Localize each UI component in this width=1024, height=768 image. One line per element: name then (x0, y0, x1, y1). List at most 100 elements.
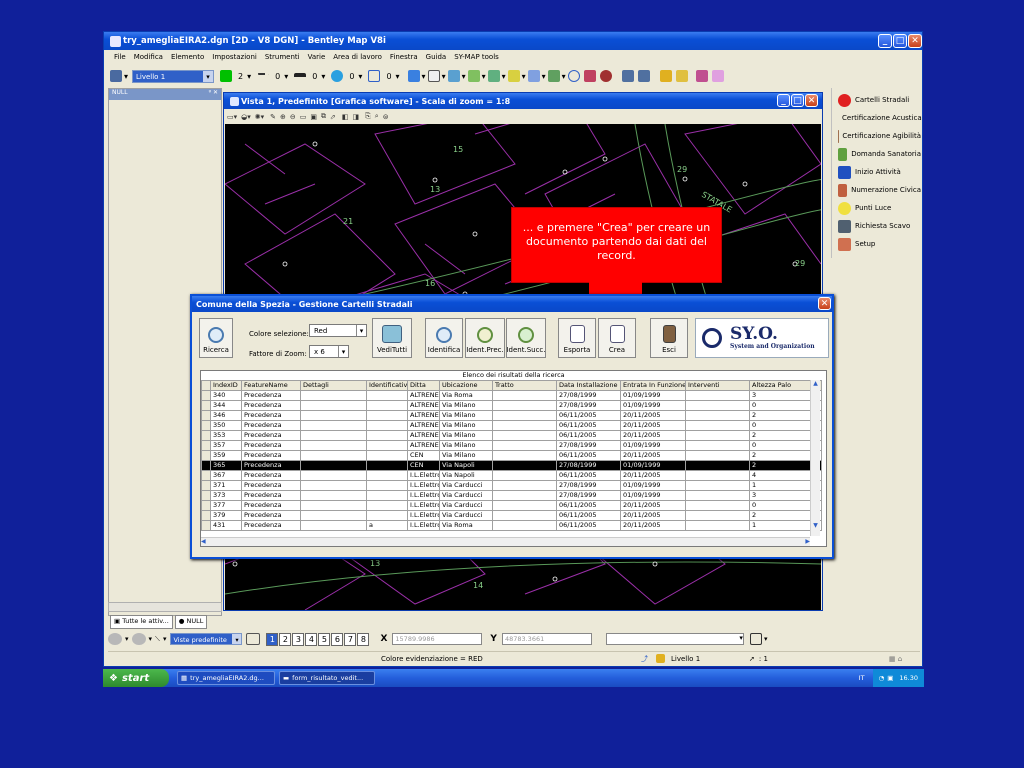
menu-finestra[interactable]: Finestra (390, 53, 418, 65)
table-row[interactable]: 350Precedenza ALTRENERVia Milano 06/11/200… (201, 420, 822, 431)
table-cell[interactable] (366, 440, 408, 451)
table-row[interactable]: 353Precedenza ALTRENERVia Milano 06/11/200… (201, 430, 822, 441)
table-cell[interactable]: Precedenza (241, 420, 301, 431)
table-cell[interactable] (300, 470, 367, 481)
table-cell[interactable] (300, 490, 367, 501)
references-icon[interactable] (447, 70, 460, 82)
row-selector[interactable] (201, 480, 211, 491)
table-cell[interactable] (366, 400, 408, 411)
table-cell[interactable] (366, 500, 408, 511)
veditutti-button[interactable]: VediTutti (372, 318, 412, 358)
scroll-down-icon[interactable]: ▼ (811, 522, 820, 529)
row-selector[interactable] (201, 430, 211, 441)
table-cell[interactable]: 340 (210, 390, 242, 401)
table-cell[interactable]: 01/09/1999 (620, 440, 686, 451)
rotate-view-icon[interactable]: ⧉ (321, 112, 326, 121)
row-selector[interactable]: ▶ (201, 460, 211, 471)
row-selector[interactable] (201, 410, 211, 421)
table-cell[interactable]: 373 (210, 490, 242, 501)
table-cell[interactable]: Precedenza (241, 470, 301, 481)
colore-select[interactable]: Red ▾ (309, 324, 367, 337)
display-style-icon[interactable]: ◒▾ (241, 113, 251, 121)
table-cell[interactable]: ALTRENER (407, 440, 440, 451)
transparency-icon[interactable] (331, 70, 344, 82)
table-cell[interactable] (685, 510, 750, 521)
row-selector[interactable] (201, 490, 211, 501)
column-header[interactable]: Interventi (685, 380, 750, 391)
table-cell[interactable]: I.L.Elettro (407, 490, 440, 501)
view-maximize-button[interactable]: □ (791, 94, 804, 107)
table-cell[interactable]: ALTRENER (407, 390, 440, 401)
folder-icon[interactable] (675, 70, 688, 82)
grid-hscrollbar[interactable]: ◀ ▶ (201, 537, 810, 546)
models-icon[interactable] (487, 70, 500, 82)
row-selector[interactable] (201, 510, 211, 521)
table-cell[interactable] (300, 460, 367, 471)
table-cell[interactable] (300, 420, 367, 431)
table-cell[interactable] (492, 470, 557, 481)
view-close-button[interactable]: ✕ (805, 94, 818, 107)
table-cell[interactable] (300, 390, 367, 401)
table-cell[interactable] (685, 470, 750, 481)
row-selector[interactable] (201, 440, 211, 451)
table-cell[interactable] (366, 490, 408, 501)
table-cell[interactable]: 367 (210, 470, 242, 481)
table-cell[interactable]: Via Roma (439, 520, 493, 531)
zoom-out-icon[interactable]: ⊖ (290, 113, 296, 121)
fence-icon[interactable] (749, 633, 762, 645)
menu-area-di-lavoro[interactable]: Area di lavoro (333, 53, 382, 65)
table-cell[interactable] (685, 430, 750, 441)
table-cell[interactable]: Via Napoli (439, 470, 493, 481)
scroll-right-icon[interactable]: ▶ (805, 538, 810, 546)
view-tab-1[interactable]: 1 (266, 632, 279, 646)
table-row[interactable]: 371 Precedenza I.L.Elettro Via Carducci 27/0… (201, 480, 822, 491)
table-cell[interactable]: 379 (210, 510, 242, 521)
row-selector[interactable] (201, 400, 211, 411)
table-cell[interactable] (300, 520, 367, 531)
ident-prec-button[interactable]: Ident.Prec. (465, 318, 505, 358)
task-bentley[interactable]: ▦ try_amegliaEIRA2.dg... (177, 671, 275, 685)
table-cell[interactable]: Via Napoli (439, 460, 493, 471)
table-cell[interactable]: 20/11/2005 (620, 510, 686, 521)
menu-guida[interactable]: Guida (426, 53, 447, 65)
table-cell[interactable] (492, 410, 557, 421)
side-item-inizio-attivita[interactable]: Inizio Attività (832, 163, 921, 181)
row-selector[interactable] (201, 470, 211, 481)
table-cell[interactable] (300, 430, 367, 441)
table-cell[interactable]: 06/11/2005 (556, 410, 621, 421)
column-header[interactable]: FeatureName (241, 380, 301, 391)
print-preview-icon[interactable] (637, 70, 650, 82)
camera-icon[interactable]: ⊜ (383, 113, 389, 121)
menu-impostazioni[interactable]: Impostazioni (212, 53, 257, 65)
table-cell[interactable] (685, 520, 750, 531)
table-cell[interactable] (366, 390, 408, 401)
row-selector[interactable] (201, 520, 211, 531)
menu-file[interactable]: File (114, 53, 126, 65)
crea-button[interactable]: Crea (598, 318, 636, 358)
side-item-certificazione-agibilita[interactable]: Certificazione Agibilità (832, 127, 921, 145)
side-item-setup[interactable]: Setup (832, 235, 921, 253)
table-cell[interactable] (366, 450, 408, 461)
column-header[interactable]: Tratto (492, 380, 557, 391)
back-icon[interactable] (108, 633, 122, 645)
maximize-button[interactable]: □ (893, 34, 907, 48)
y-field[interactable]: 48783.3661 (501, 633, 592, 645)
table-cell[interactable] (492, 440, 557, 451)
table-cell[interactable]: Precedenza (241, 390, 301, 401)
table-row[interactable]: 344Precedenza ALTRENERVia Milano 27/08/199… (201, 400, 822, 411)
row-selector[interactable] (201, 450, 211, 461)
menu-varie[interactable]: Varie (308, 53, 326, 65)
column-header[interactable]: IndexID (210, 380, 242, 391)
table-cell[interactable] (685, 500, 750, 511)
measure-icon[interactable] (547, 70, 560, 82)
table-cell[interactable]: Via Milano (439, 400, 493, 411)
table-cell[interactable]: 27/08/1999 (556, 490, 621, 501)
tab-tutte-le-attivita[interactable]: ▣ Tutte le attiv... (110, 615, 173, 629)
view-tab-7[interactable]: 7 (344, 632, 357, 646)
table-cell[interactable] (685, 480, 750, 491)
copy-icon[interactable] (427, 70, 440, 82)
table-cell[interactable]: 20/11/2005 (620, 520, 686, 531)
table-cell[interactable]: Via Milano (439, 440, 493, 451)
left-panel-pin-close[interactable]: ᵍ ✕ (209, 89, 218, 100)
dialog-titlebar[interactable]: Comune della Spezia - Gestione Cartelli … (192, 296, 832, 312)
